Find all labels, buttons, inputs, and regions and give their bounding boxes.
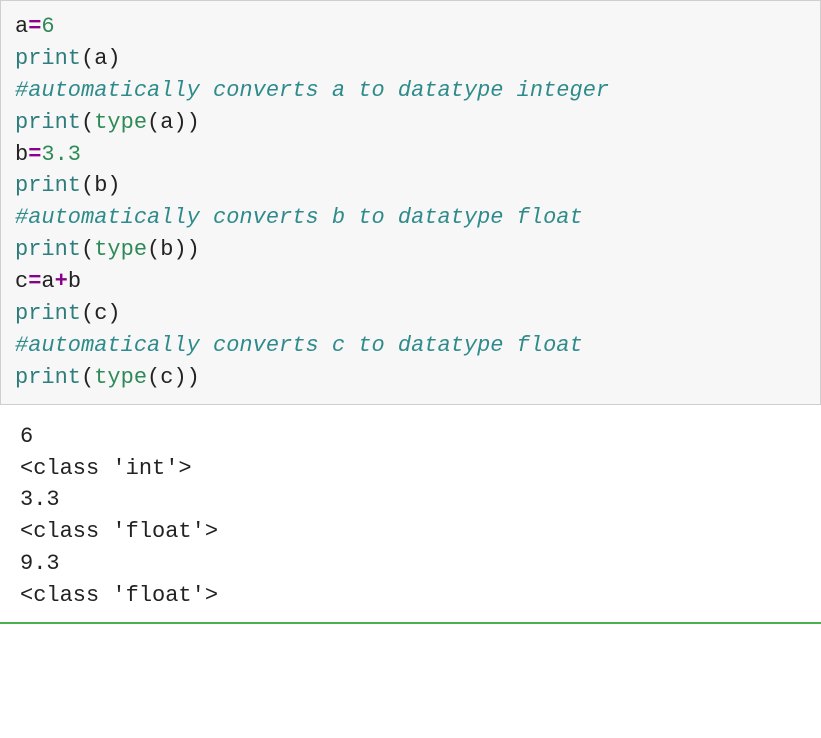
code-token-paren: ) bbox=[107, 173, 120, 198]
code-token-func: print bbox=[15, 173, 81, 198]
code-line: print(b) bbox=[15, 170, 806, 202]
code-token-paren: ) bbox=[107, 46, 120, 71]
code-token-paren: ) bbox=[187, 237, 200, 262]
code-token-ident: b bbox=[160, 237, 173, 262]
code-line: print(type(c)) bbox=[15, 362, 806, 394]
code-token-num: 6 bbox=[41, 14, 54, 39]
code-token-op: + bbox=[55, 269, 68, 294]
code-token-paren: ) bbox=[173, 365, 186, 390]
output-line: <class 'float'> bbox=[20, 516, 807, 548]
output-line: <class 'int'> bbox=[20, 453, 807, 485]
code-token-paren: ( bbox=[81, 365, 94, 390]
code-token-comment: #automatically converts b to datatype fl… bbox=[15, 205, 583, 230]
code-token-func: print bbox=[15, 301, 81, 326]
code-token-paren: ( bbox=[81, 237, 94, 262]
code-token-ident: a bbox=[160, 110, 173, 135]
code-token-func: print bbox=[15, 46, 81, 71]
code-line: a=6 bbox=[15, 11, 806, 43]
code-token-paren: ) bbox=[187, 365, 200, 390]
code-line: #automatically converts b to datatype fl… bbox=[15, 202, 806, 234]
code-token-paren: ) bbox=[107, 301, 120, 326]
code-token-ident: a bbox=[41, 269, 54, 294]
code-token-paren: ( bbox=[147, 365, 160, 390]
code-token-ident: b bbox=[94, 173, 107, 198]
code-token-paren: ( bbox=[81, 110, 94, 135]
code-line: print(a) bbox=[15, 43, 806, 75]
code-line: print(type(a)) bbox=[15, 107, 806, 139]
code-token-comment: #automatically converts a to datatype in… bbox=[15, 78, 609, 103]
code-token-comment: #automatically converts c to datatype fl… bbox=[15, 333, 583, 358]
code-token-ident: a bbox=[15, 14, 28, 39]
code-line: c=a+b bbox=[15, 266, 806, 298]
code-token-num: 3.3 bbox=[41, 142, 81, 167]
output-line: 3.3 bbox=[20, 484, 807, 516]
code-token-builtin: type bbox=[94, 365, 147, 390]
code-output-cell: 6<class 'int'>3.3<class 'float'>9.3<clas… bbox=[0, 405, 821, 624]
code-token-builtin: type bbox=[94, 110, 147, 135]
code-line: #automatically converts a to datatype in… bbox=[15, 75, 806, 107]
code-token-paren: ) bbox=[173, 237, 186, 262]
code-token-ident: c bbox=[15, 269, 28, 294]
code-token-ident: c bbox=[160, 365, 173, 390]
code-token-builtin: type bbox=[94, 237, 147, 262]
code-token-ident: a bbox=[94, 46, 107, 71]
code-token-op: = bbox=[28, 269, 41, 294]
code-token-ident: b bbox=[68, 269, 81, 294]
code-token-paren: ) bbox=[173, 110, 186, 135]
output-line: 9.3 bbox=[20, 548, 807, 580]
code-token-func: print bbox=[15, 365, 81, 390]
code-token-paren: ) bbox=[187, 110, 200, 135]
code-token-ident: b bbox=[15, 142, 28, 167]
code-line: b=3.3 bbox=[15, 139, 806, 171]
code-token-paren: ( bbox=[147, 237, 160, 262]
code-token-paren: ( bbox=[81, 46, 94, 71]
code-token-ident: c bbox=[94, 301, 107, 326]
code-token-paren: ( bbox=[147, 110, 160, 135]
code-input-cell[interactable]: a=6print(a)#automatically converts a to … bbox=[0, 0, 821, 405]
code-line: print(c) bbox=[15, 298, 806, 330]
output-line: 6 bbox=[20, 421, 807, 453]
code-token-op: = bbox=[28, 142, 41, 167]
code-token-func: print bbox=[15, 237, 81, 262]
code-line: print(type(b)) bbox=[15, 234, 806, 266]
code-token-paren: ( bbox=[81, 301, 94, 326]
code-token-op: = bbox=[28, 14, 41, 39]
code-line: #automatically converts c to datatype fl… bbox=[15, 330, 806, 362]
code-token-func: print bbox=[15, 110, 81, 135]
code-token-paren: ( bbox=[81, 173, 94, 198]
output-line: <class 'float'> bbox=[20, 580, 807, 612]
